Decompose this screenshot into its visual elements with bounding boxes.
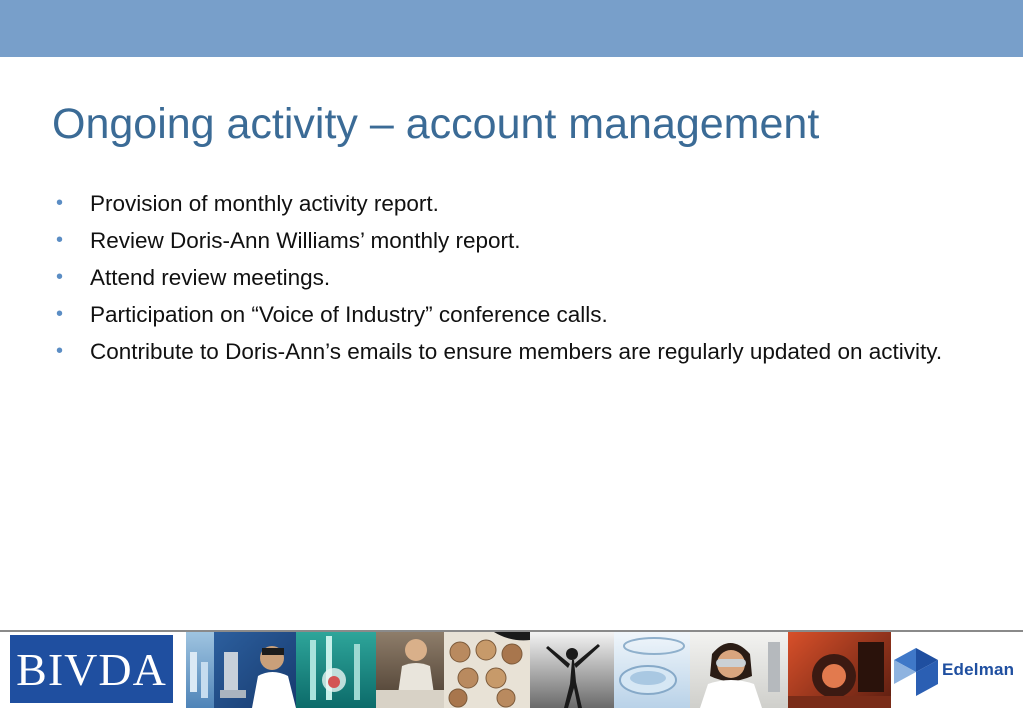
bullet-dot-icon: • bbox=[56, 266, 64, 288]
photo-red-equipment bbox=[788, 632, 891, 708]
photo-petri-dishes bbox=[444, 632, 530, 708]
bullet-dot-icon: • bbox=[56, 229, 64, 251]
photo-silhouette bbox=[530, 632, 614, 708]
photo-lab-bottles bbox=[186, 632, 214, 708]
photo-test-tubes bbox=[296, 632, 376, 708]
bivda-logo: BIVDA bbox=[10, 635, 173, 703]
bullet-item: • Review Doris-Ann Williams’ monthly repo… bbox=[56, 225, 976, 256]
photo-microscope bbox=[214, 632, 296, 708]
bullet-dot-icon: • bbox=[56, 340, 64, 362]
photo-scientist-goggles bbox=[690, 632, 788, 708]
header-band bbox=[0, 0, 1023, 57]
edelman-logo: Edelman bbox=[892, 632, 1023, 708]
photo-glass-dish bbox=[614, 632, 690, 708]
slide-title: Ongoing activity – account management bbox=[52, 100, 820, 148]
edelman-mark-icon bbox=[894, 648, 938, 696]
bullet-item: • Provision of monthly activity report. bbox=[56, 188, 976, 219]
bullet-list: • Provision of monthly activity report. •… bbox=[56, 188, 976, 373]
footer-banner: BIVDA Edelman bbox=[0, 632, 1023, 708]
photo-strip bbox=[186, 632, 891, 708]
photo-researcher bbox=[376, 632, 444, 708]
bullet-dot-icon: • bbox=[56, 192, 64, 214]
bullet-item: • Attend review meetings. bbox=[56, 262, 976, 293]
bullet-dot-icon: • bbox=[56, 303, 64, 325]
bullet-item: • Participation on “Voice of Industry” co… bbox=[56, 299, 976, 330]
bullet-item: • Contribute to Doris-Ann’s emails to ens… bbox=[56, 336, 976, 367]
